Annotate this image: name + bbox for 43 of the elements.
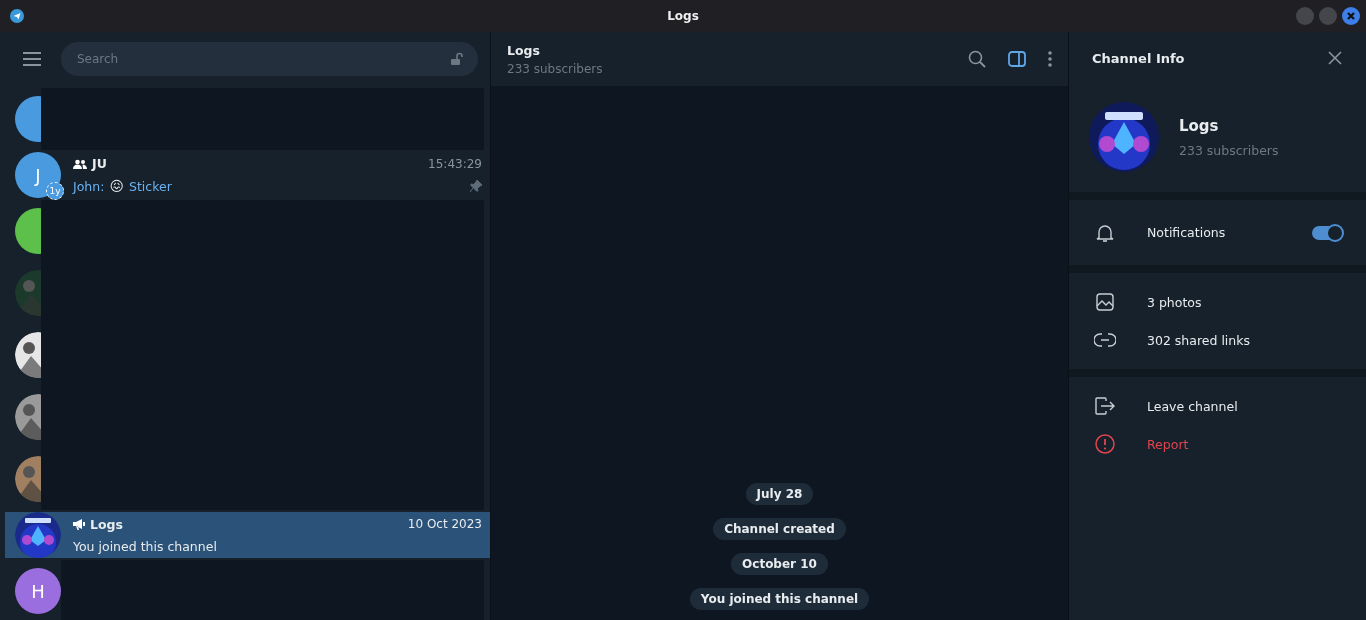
service-message: July 28 <box>745 483 814 505</box>
channel-subtitle: 233 subscribers <box>1179 142 1279 158</box>
close-icon[interactable] <box>1328 51 1342 65</box>
more-icon[interactable] <box>1048 51 1052 67</box>
media-item[interactable]: 3 photos <box>1069 283 1366 321</box>
search-icon[interactable] <box>968 50 986 68</box>
menu-icon[interactable] <box>22 51 42 67</box>
chat-title: Logs <box>507 42 541 58</box>
panel-title: Channel Info <box>1092 50 1185 66</box>
service-message: Channel created <box>713 518 846 540</box>
notifications-toggle[interactable] <box>1312 225 1342 240</box>
window-title: Logs <box>667 9 699 23</box>
message-preview: Sticker <box>129 178 172 194</box>
chat-subtitle: 233 subscribers <box>507 61 603 76</box>
media-item[interactable]: 302 shared links <box>1069 321 1366 359</box>
group-icon <box>73 158 87 169</box>
link-icon <box>1094 333 1116 347</box>
sidebar-toggle-icon[interactable] <box>1008 51 1026 67</box>
app-logo-icon <box>10 9 24 23</box>
unlock-icon[interactable] <box>450 52 464 66</box>
avatar: H <box>15 568 61 614</box>
message-preview: You joined this channel <box>73 538 217 554</box>
close-icon[interactable] <box>1342 7 1360 25</box>
photo-icon <box>1094 293 1116 311</box>
action-item[interactable]: Report <box>1069 425 1366 463</box>
chat-item[interactable]: Logs 10 Oct 2023 You joined this channel <box>5 512 490 558</box>
emoji: 😖 <box>109 178 124 194</box>
action-item[interactable]: Leave channel <box>1069 387 1366 425</box>
chat-time: 10 Oct 2023 <box>407 517 482 531</box>
bell-icon <box>1094 222 1116 243</box>
megaphone-icon <box>73 518 85 530</box>
sender-name: John: <box>73 178 105 194</box>
channel-name: Logs <box>1179 116 1220 135</box>
warning-icon <box>1094 434 1116 454</box>
notifications-label: Notifications <box>1147 225 1226 240</box>
chat-time: 15:43:29 <box>428 156 482 171</box>
timer-badge: 1y <box>46 182 64 200</box>
chat-name: Logs <box>90 516 123 532</box>
service-message: You joined this channel <box>689 588 870 610</box>
service-message: October 10 <box>731 553 828 575</box>
search-field[interactable]: Search <box>61 42 478 76</box>
chat-name: JU <box>92 156 107 171</box>
exit-icon <box>1094 397 1116 415</box>
